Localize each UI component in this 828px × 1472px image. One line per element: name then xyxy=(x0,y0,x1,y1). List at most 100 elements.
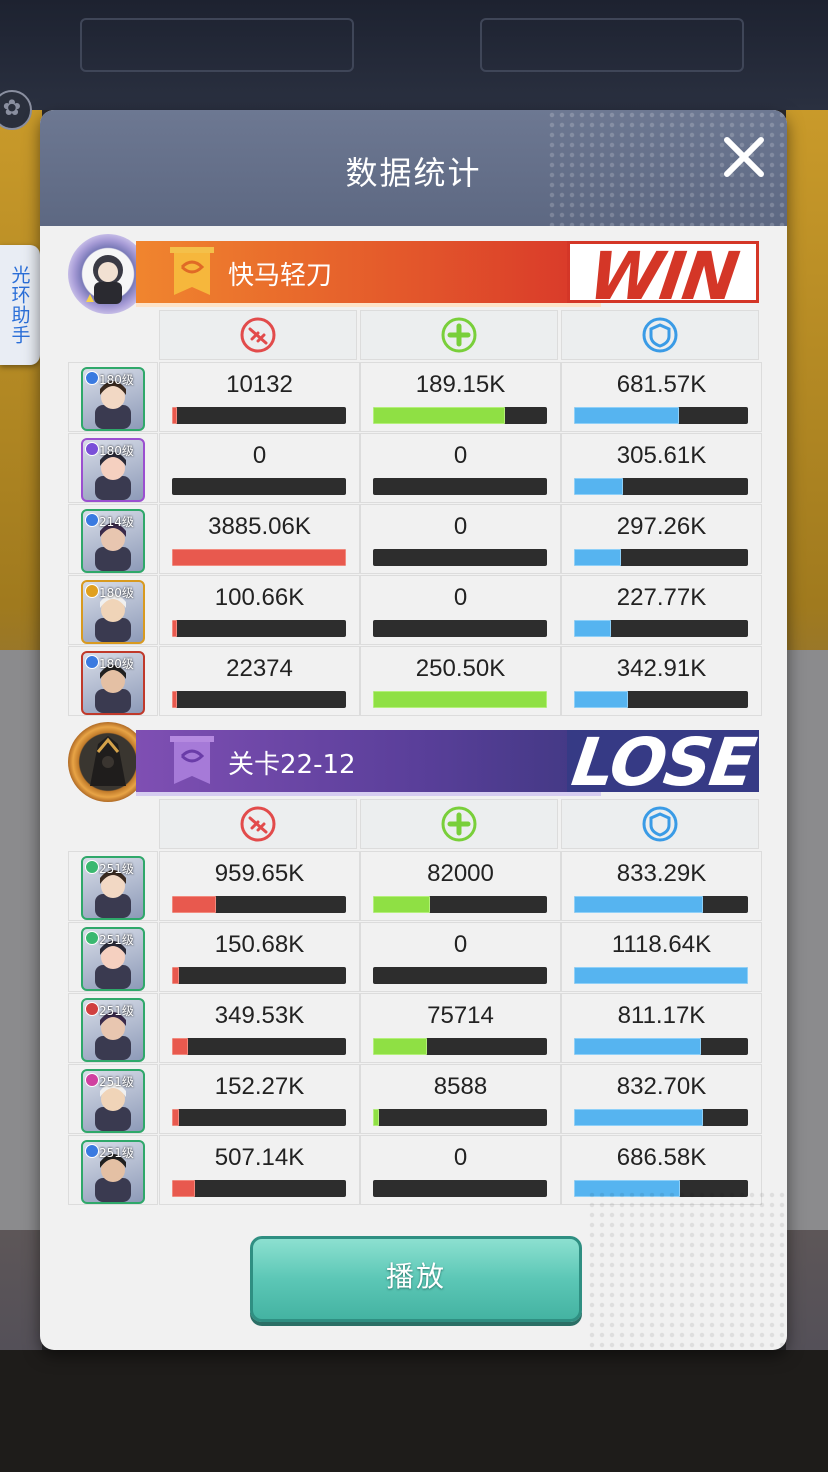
damage-value: 3885.06K xyxy=(208,513,311,540)
damage-value: 349.53K xyxy=(214,1002,305,1029)
heal-bar-fill xyxy=(373,1109,380,1126)
heal-column-header xyxy=(360,799,558,849)
close-icon[interactable] xyxy=(719,132,769,182)
tank-bar xyxy=(574,896,748,913)
tank-cell: 811.17K xyxy=(561,993,762,1063)
tank-bar-fill xyxy=(574,478,623,495)
hero-level: 251级 xyxy=(99,1146,134,1160)
background-bottom-bar xyxy=(0,1350,828,1472)
damage-icon xyxy=(240,317,276,353)
damage-bar-fill xyxy=(172,896,216,913)
damage-bar xyxy=(172,691,346,708)
heal-value: 8588 xyxy=(433,1073,488,1100)
tank-value: 832.70K xyxy=(616,1073,707,1100)
tank-bar xyxy=(574,691,748,708)
element-icon xyxy=(85,584,99,598)
hero-portrait[interactable]: 251级 xyxy=(81,1140,145,1204)
heal-bar-fill xyxy=(373,691,547,708)
hero-stat-row: 251级 150.68K 0 1118.64K xyxy=(68,922,762,992)
element-icon xyxy=(85,442,99,456)
shield-icon xyxy=(642,317,678,353)
hero-portrait[interactable]: 180级 xyxy=(81,367,145,431)
damage-value: 22374 xyxy=(226,655,293,682)
heal-cell: 0 xyxy=(360,1135,561,1205)
heal-cell: 8588 xyxy=(360,1064,561,1134)
damage-bar xyxy=(172,1109,346,1126)
hero-portrait[interactable]: 251级 xyxy=(81,927,145,991)
hero-portrait[interactable]: 251级 xyxy=(81,856,145,920)
heal-bar xyxy=(373,549,547,566)
tank-value: 227.77K xyxy=(616,584,707,611)
tank-bar xyxy=(574,549,748,566)
element-icon xyxy=(85,513,99,527)
hero-level: 251级 xyxy=(99,1075,134,1089)
tank-bar-fill xyxy=(574,407,680,424)
hero-stat-row: 251级 959.65K 82000 833.29K xyxy=(68,851,762,921)
tank-bar xyxy=(574,407,748,424)
damage-value: 507.14K xyxy=(214,1144,305,1171)
hero-portrait[interactable]: 251级 xyxy=(81,998,145,1062)
damage-cell: 10132 xyxy=(159,362,360,432)
heal-bar xyxy=(373,967,547,984)
damage-value: 959.65K xyxy=(214,860,305,887)
hero-portrait[interactable]: 214级 xyxy=(81,509,145,573)
tank-bar-fill xyxy=(574,967,748,984)
heal-bar-fill xyxy=(373,1038,427,1055)
damage-bar-fill xyxy=(172,1180,195,1197)
damage-cell: 3885.06K xyxy=(159,504,360,574)
damage-value: 0 xyxy=(252,442,267,469)
tank-cell: 305.61K xyxy=(561,433,762,503)
element-icon xyxy=(85,1144,99,1158)
hero-portrait[interactable]: 180级 xyxy=(81,438,145,502)
damage-bar-fill xyxy=(172,549,346,566)
tank-bar xyxy=(574,1038,748,1055)
heal-cell: 75714 xyxy=(360,993,561,1063)
damage-icon xyxy=(240,806,276,842)
heal-value: 189.15K xyxy=(415,371,506,398)
heal-icon xyxy=(441,806,477,842)
hero-stat-row: 180级 0 0 305.61K xyxy=(68,433,762,503)
hero-portrait[interactable]: 180级 xyxy=(81,580,145,644)
heal-cell: 250.50K xyxy=(360,646,561,716)
heal-bar xyxy=(373,478,547,495)
element-icon xyxy=(85,1073,99,1087)
damage-cell: 349.53K xyxy=(159,993,360,1063)
hero-cell: 180级 xyxy=(68,362,158,432)
hero-level: 251级 xyxy=(99,1004,134,1018)
damage-cell: 507.14K xyxy=(159,1135,360,1205)
hero-portrait[interactable]: 251级 xyxy=(81,1069,145,1133)
heal-cell: 0 xyxy=(360,504,561,574)
tank-bar-fill xyxy=(574,1109,703,1126)
damage-cell: 100.66K xyxy=(159,575,360,645)
element-icon xyxy=(85,931,99,945)
damage-column-header xyxy=(159,310,357,360)
tank-column-header xyxy=(561,799,759,849)
hero-portrait[interactable]: 180级 xyxy=(81,651,145,715)
tank-bar xyxy=(574,1109,748,1126)
tank-cell: 1118.64K xyxy=(561,922,762,992)
background-frame-right xyxy=(480,18,744,72)
heal-value: 0 xyxy=(453,513,468,540)
tank-bar-fill xyxy=(574,1038,702,1055)
hero-stat-row: 251级 349.53K 75714 811.17K xyxy=(68,993,762,1063)
team1-result-text: WIN xyxy=(584,241,742,303)
element-icon xyxy=(85,1002,99,1016)
team1-name: 快马轻刀 xyxy=(228,261,333,291)
corner-dot-pattern xyxy=(587,1190,787,1350)
element-icon xyxy=(85,655,99,669)
damage-bar xyxy=(172,1180,346,1197)
tank-value: 297.26K xyxy=(616,513,707,540)
team2-stat-header xyxy=(159,799,759,849)
damage-bar-fill xyxy=(172,967,179,984)
team2-result-text: LOSE xyxy=(567,730,759,792)
side-assistant-tab[interactable]: 光环助手 xyxy=(0,245,40,365)
heal-bar xyxy=(373,1038,547,1055)
team2-name: 关卡22-12 xyxy=(228,750,356,780)
hero-level: 180级 xyxy=(99,657,134,671)
damage-cell: 959.65K xyxy=(159,851,360,921)
play-button[interactable]: 播放 xyxy=(250,1236,582,1322)
damage-bar-fill xyxy=(172,1038,188,1055)
tank-value: 342.91K xyxy=(616,655,707,682)
tank-bar-fill xyxy=(574,620,611,637)
heal-value: 250.50K xyxy=(415,655,506,682)
